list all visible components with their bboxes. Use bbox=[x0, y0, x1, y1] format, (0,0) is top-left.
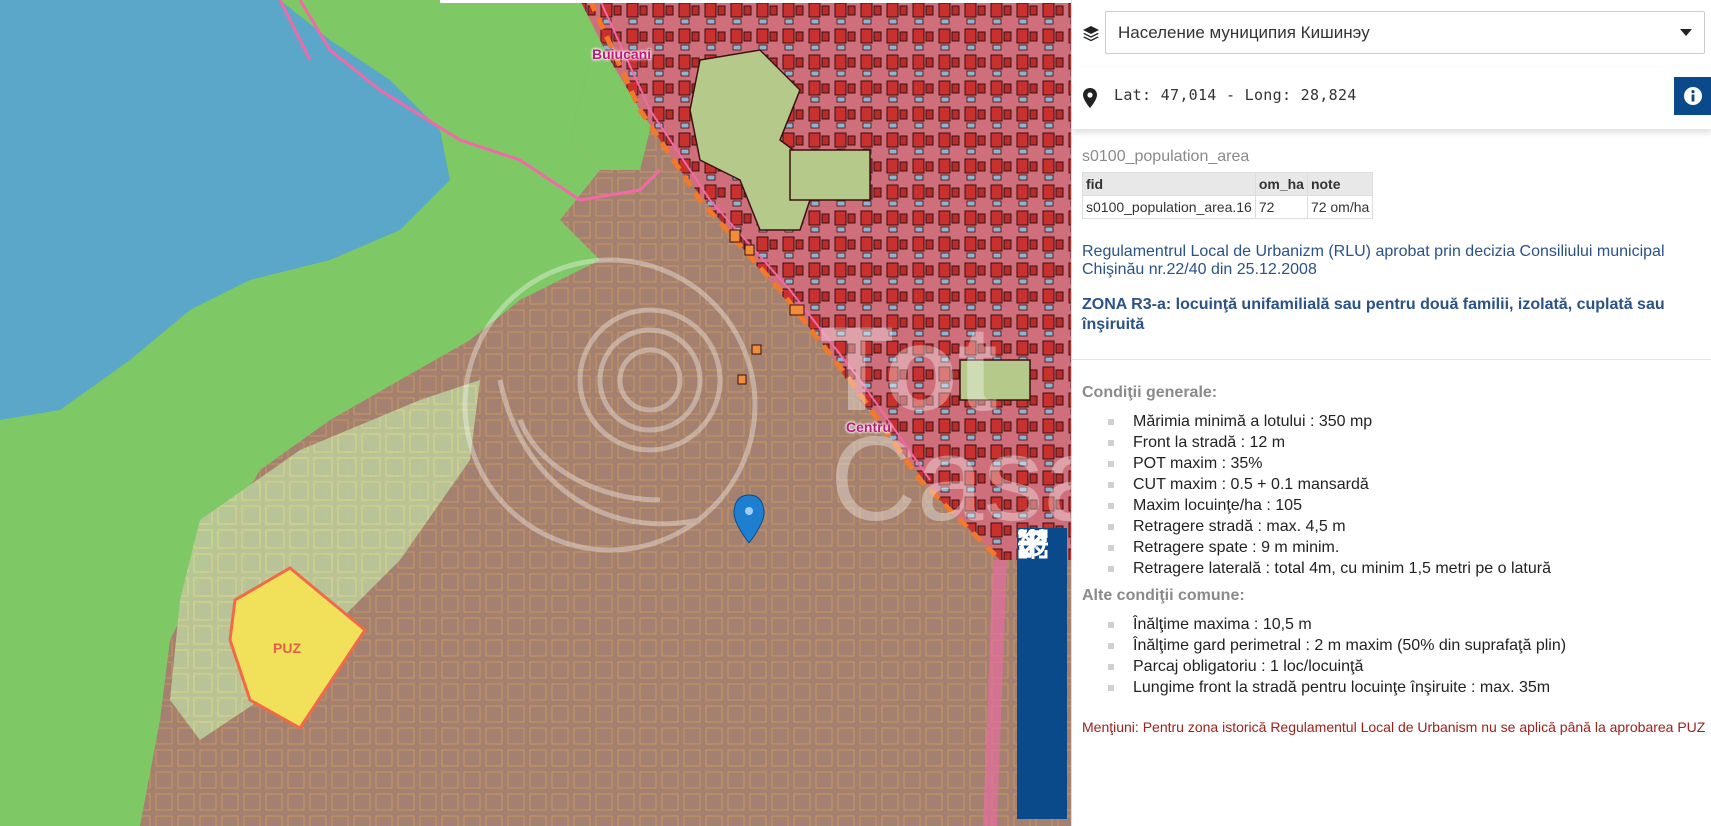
column-header: fid bbox=[1082, 172, 1256, 196]
list-item: Lungime front la stradă pentru locuinţe … bbox=[1082, 677, 1711, 698]
list-item: POT maxim : 35% bbox=[1082, 453, 1711, 474]
map-controls bbox=[1017, 528, 1067, 819]
table-header-row: fid om_ha note bbox=[1082, 172, 1374, 196]
more-button[interactable] bbox=[1017, 529, 1067, 820]
map-view[interactable]: Tot Casa Buiucani Centru PUZ bbox=[0, 0, 1071, 826]
chevron-down-icon bbox=[1680, 29, 1692, 36]
layers-icon bbox=[1083, 26, 1099, 42]
column-header: om_ha bbox=[1254, 172, 1308, 196]
rlu-description: Regulamentrul Local de Urbanizm (RLU) ap… bbox=[1082, 243, 1665, 278]
fit-extent-button[interactable] bbox=[1017, 529, 1067, 723]
map-top-strip bbox=[440, 0, 1071, 3]
list-item: Înălţime maxima : 10,5 m bbox=[1082, 614, 1711, 635]
puz-label: PUZ bbox=[273, 640, 301, 656]
historic-zone-note: Menţiuni: Pentru zona istorică Regulamen… bbox=[1082, 719, 1706, 735]
list-item: Mărimia minimă a lotului : 350 mp bbox=[1082, 411, 1711, 432]
list-item: Parcaj obligatoriu : 1 loc/locuinţă bbox=[1082, 656, 1711, 677]
district-label-centru: Centru bbox=[846, 419, 892, 435]
other-conditions-heading: Alte condiţii comune: bbox=[1082, 587, 1245, 604]
layer-select-value: Население муниципия Кишинэу bbox=[1118, 23, 1370, 42]
map-canvas[interactable]: Tot Casa bbox=[0, 0, 1071, 826]
other-conditions-list: Înălţime maxima : 10,5 m Înălţime gard p… bbox=[1082, 614, 1711, 698]
zone-title: ZONA R3-a: locuinţă unifamilială sau pen… bbox=[1082, 296, 1665, 333]
list-item: Front la stradă : 12 m bbox=[1082, 432, 1711, 453]
zoom-out-button[interactable] bbox=[1017, 540, 1067, 674]
general-conditions-heading: Condiţii generale: bbox=[1082, 384, 1218, 401]
list-item: Retragere laterală : total 4m, cu minim … bbox=[1082, 558, 1711, 579]
layer-select[interactable]: Население муниципия Кишинэу bbox=[1105, 11, 1705, 54]
info-icon bbox=[1684, 87, 1702, 105]
layer-row: Население муниципия Кишинэу bbox=[1072, 0, 1711, 68]
table-cell: s0100_population_area.16 bbox=[1082, 195, 1256, 219]
list-item: Maxim locuinţe/ha : 105 bbox=[1082, 495, 1711, 516]
map-pin-icon bbox=[1083, 88, 1097, 108]
table-cell: 72 bbox=[1254, 195, 1308, 219]
table-cell: 72 om/ha bbox=[1306, 195, 1374, 219]
list-item: Retragere stradă : max. 4,5 m bbox=[1082, 516, 1711, 537]
list-item: Retragere spate : 9 m minim. bbox=[1082, 537, 1711, 558]
info-panel: Население муниципия Кишинэу Lat: 47,014 … bbox=[1071, 0, 1711, 826]
attribute-table: fid om_ha note s0100_population_area.16 … bbox=[1082, 172, 1374, 219]
feature-info: s0100_population_area fid om_ha note s01… bbox=[1072, 148, 1711, 736]
list-item: Înălţime gard perimetral : 2 m maxim (50… bbox=[1082, 635, 1711, 656]
layer-name: s0100_population_area bbox=[1082, 148, 1250, 165]
zoom-in-button[interactable] bbox=[1017, 530, 1067, 626]
divider bbox=[1072, 359, 1711, 360]
table-row: s0100_population_area.16 72 72 om/ha bbox=[1082, 195, 1374, 219]
info-button[interactable] bbox=[1674, 77, 1711, 115]
general-conditions-list: Mărimia minimă a lotului : 350 mp Front … bbox=[1082, 411, 1711, 579]
column-header: note bbox=[1306, 172, 1374, 196]
coordinates-readout: Lat: 47,014 - Long: 28,824 bbox=[1114, 86, 1357, 104]
district-label-buiucani: Buiucani bbox=[592, 46, 652, 62]
coordinates-row: Lat: 47,014 - Long: 28,824 bbox=[1072, 67, 1711, 129]
fullscreen-button[interactable] bbox=[1017, 530, 1067, 771]
more-icon bbox=[1018, 529, 1046, 537]
list-item: CUT maxim : 0.5 + 0.1 mansardă bbox=[1082, 474, 1711, 495]
